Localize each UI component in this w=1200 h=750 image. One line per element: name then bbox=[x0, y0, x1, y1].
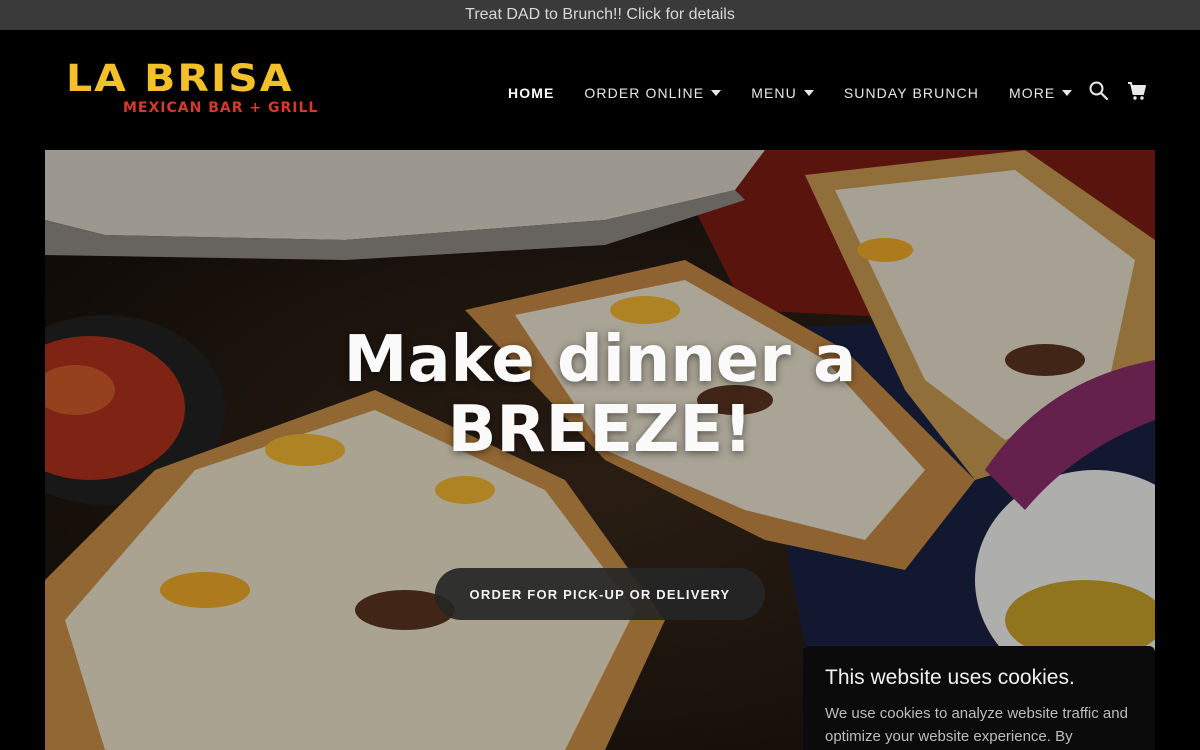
site-header: LA BRISA MEXICAN BAR + GRILL HOME ORDER … bbox=[0, 30, 1200, 150]
caret-down-icon bbox=[711, 90, 722, 96]
nav-item-more[interactable]: MORE bbox=[1008, 85, 1073, 101]
hero-title: Make dinner a BREEZE! bbox=[45, 325, 1155, 465]
cart-icon[interactable] bbox=[1126, 80, 1148, 102]
nav-item-label: MORE bbox=[1008, 85, 1056, 101]
cookie-banner: This website uses cookies. We use cookie… bbox=[803, 646, 1155, 750]
hero-title-line2: BREEZE! bbox=[447, 393, 753, 467]
nav-item-label: HOME bbox=[508, 85, 555, 101]
cookie-text: We use cookies to analyze website traffi… bbox=[825, 705, 1128, 745]
search-icon[interactable] bbox=[1088, 80, 1110, 102]
nav-item-label: MENU bbox=[751, 85, 797, 101]
nav-item-sunday-brunch[interactable]: SUNDAY BRUNCH bbox=[844, 85, 979, 101]
nav-item-home[interactable]: HOME bbox=[508, 85, 554, 101]
announcement-bar[interactable]: Treat DAD to Brunch!! Click for details bbox=[0, 0, 1200, 30]
logo-name: LA BRISA bbox=[66, 56, 294, 101]
nav-item-label: SUNDAY BRUNCH bbox=[843, 85, 979, 101]
logo-tagline: MEXICAN BAR + GRILL bbox=[123, 100, 319, 116]
logo[interactable]: LA BRISA MEXICAN BAR + GRILL bbox=[66, 58, 336, 120]
cta-label: ORDER FOR PICK-UP OR DELIVERY bbox=[469, 586, 731, 602]
nav-item-menu[interactable]: MENU bbox=[751, 85, 814, 101]
caret-down-icon bbox=[803, 90, 814, 96]
caret-down-icon bbox=[1062, 90, 1073, 96]
nav-item-order-online[interactable]: ORDER ONLINE bbox=[584, 85, 722, 101]
hero-title-line1: Make dinner a bbox=[343, 323, 857, 397]
order-pickup-delivery-button[interactable]: ORDER FOR PICK-UP OR DELIVERY bbox=[435, 568, 765, 620]
announcement-text[interactable]: Treat DAD to Brunch!! Click for details bbox=[465, 6, 735, 24]
cookie-title: This website uses cookies. bbox=[825, 666, 1075, 689]
nav-item-label: ORDER ONLINE bbox=[584, 85, 705, 101]
main-nav: HOME ORDER ONLINE MENU SUNDAY BRUNCH MOR… bbox=[508, 82, 1102, 104]
